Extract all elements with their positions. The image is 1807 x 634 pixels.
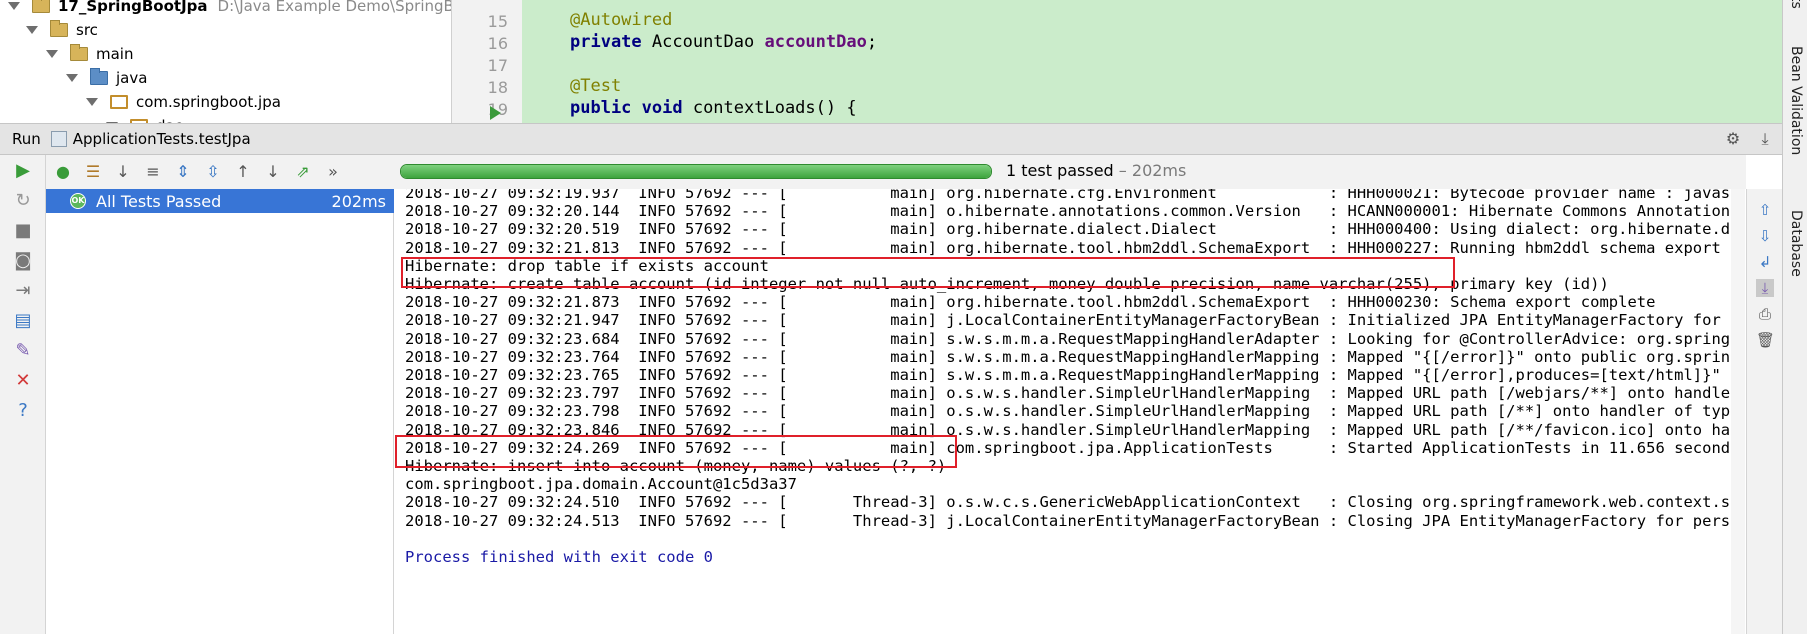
test-status: 1 test passed – 202ms: [1006, 161, 1186, 180]
code-line: @Test: [570, 76, 622, 96]
console-scrollbar[interactable]: [1731, 189, 1745, 634]
test-tree-time: 202ms: [331, 191, 386, 211]
down-arrow-icon[interactable]: ⇩: [1756, 227, 1774, 245]
tree-item-root[interactable]: 17_SpringBootJpa D:\Java Example Demo\Sp…: [8, 0, 452, 18]
sort-alphabetically-icon[interactable]: ↓: [110, 159, 136, 185]
test-toolbar: ● ☰ ↓ ≡ ⇕ ⇳ ↑ ↓ ⇗ » 1 test passed – 202m…: [46, 155, 1746, 189]
tree-item-java[interactable]: java: [66, 66, 147, 90]
run-test-gutter-icon[interactable]: [490, 106, 501, 120]
folder-icon: [50, 20, 68, 37]
tree-item-label: src: [76, 21, 98, 39]
rerun-icon[interactable]: ▶: [13, 161, 33, 181]
run-config-tab[interactable]: ApplicationTests.testJpa: [73, 130, 251, 148]
export-results-icon[interactable]: ⇗: [290, 159, 316, 185]
source-folder-icon: [90, 68, 108, 85]
expand-arrow-icon[interactable]: [46, 50, 58, 58]
show-ignored-icon[interactable]: ☰: [80, 159, 106, 185]
layout-icon[interactable]: ▤: [13, 311, 33, 331]
expand-all-icon[interactable]: ⇕: [170, 159, 196, 185]
hide-panel-icon[interactable]: ⤓: [1756, 130, 1774, 148]
tool-tab-database[interactable]: Database: [1788, 210, 1804, 277]
expand-arrow-icon[interactable]: [86, 98, 98, 106]
help-icon[interactable]: ?: [13, 401, 33, 421]
run-left-toolbar: ▶ ↻ ■ ◙ ⇥ ▤ ✎ ✕ ?: [0, 155, 46, 634]
tree-item-src[interactable]: src: [26, 18, 98, 42]
tree-item-dao[interactable]: dao: [106, 114, 184, 123]
rerun-failed-icon[interactable]: ↻: [13, 191, 33, 211]
tree-root-label: 17_SpringBootJpa: [58, 0, 208, 15]
package-icon: [110, 95, 128, 109]
trash-icon[interactable]: 🗑: [1756, 331, 1775, 349]
show-passed-icon[interactable]: ●: [50, 159, 76, 185]
close-icon[interactable]: ✕: [13, 371, 33, 391]
tree-item-package[interactable]: com.springboot.jpa: [86, 90, 281, 114]
code-editor[interactable]: @Autowired private AccountDao accountDao…: [522, 0, 1782, 123]
previous-test-icon[interactable]: ↑: [230, 159, 256, 185]
collapse-all-icon[interactable]: ⇳: [200, 159, 226, 185]
next-test-icon[interactable]: ↓: [260, 159, 286, 185]
code-line: public void contextLoads() {: [570, 98, 857, 118]
test-config-icon: [50, 131, 67, 147]
expand-arrow-icon[interactable]: [66, 74, 78, 82]
run-window-header: Run ApplicationTests.testJpa ⚙ ⤓: [0, 123, 1782, 155]
editor-gutter: 15 16 17 18 19: [452, 0, 522, 123]
expand-arrow-icon[interactable]: [8, 2, 20, 10]
more-actions-icon[interactable]: »: [320, 159, 346, 185]
line-number: 16: [487, 34, 508, 53]
folder-icon: [70, 44, 88, 61]
test-progress-bar: [400, 164, 992, 179]
module-folder-icon: [32, 0, 50, 13]
tree-item-main[interactable]: main: [46, 42, 133, 66]
camera-icon[interactable]: ◙: [13, 251, 33, 271]
print-icon[interactable]: ⎙: [1756, 305, 1774, 323]
right-tool-strip: ts Bean Validation Database: [1782, 0, 1807, 634]
top-area: 17_SpringBootJpa D:\Java Example Demo\Sp…: [0, 0, 1782, 123]
console-output[interactable]: 2018-10-27 09:32:19.937 INFO 57692 --- […: [395, 189, 1733, 634]
test-progress-fill: [401, 165, 991, 178]
ok-icon: OK: [70, 193, 86, 209]
line-number: 18: [487, 78, 508, 97]
tree-item-label: dao: [156, 114, 184, 123]
soft-wrap-icon[interactable]: ↲: [1756, 253, 1774, 271]
test-tree-label: All Tests Passed: [96, 191, 222, 211]
tree-item-label: main: [96, 45, 134, 63]
import-icon[interactable]: ⇥: [13, 281, 33, 301]
project-tree: 17_SpringBootJpa D:\Java Example Demo\Sp…: [0, 0, 452, 123]
line-number: 15: [487, 12, 508, 31]
highlight-insert: [395, 435, 957, 468]
test-results-tree: OK All Tests Passed 202ms: [46, 189, 394, 634]
tool-tab-fragment[interactable]: ts: [1788, 0, 1804, 9]
run-window-title: Run: [12, 130, 41, 148]
stop-icon[interactable]: ■: [13, 221, 33, 241]
code-line: @Autowired: [570, 10, 673, 30]
sort-by-duration-icon[interactable]: ≡: [140, 159, 166, 185]
tree-root-path: D:\Java Example Demo\SpringBoot: [217, 0, 452, 15]
pin-icon[interactable]: ✎: [13, 341, 33, 361]
tree-item-label: java: [116, 69, 148, 87]
highlight-create-table: [401, 257, 1455, 288]
test-status-time: – 202ms: [1113, 161, 1187, 180]
up-arrow-icon[interactable]: ⇧: [1756, 201, 1774, 219]
expand-arrow-icon[interactable]: [26, 26, 38, 34]
exit-code-line: Process finished with exit code 0: [405, 548, 713, 566]
scroll-to-end-icon[interactable]: ⤓: [1756, 279, 1774, 297]
console-toolbar: ⇧ ⇩ ↲ ⤓ ⎙ 🗑: [1746, 189, 1782, 634]
test-tree-root-row[interactable]: OK All Tests Passed 202ms: [46, 189, 394, 213]
tree-item-label: com.springboot.jpa: [136, 93, 281, 111]
gear-icon[interactable]: ⚙: [1724, 130, 1742, 148]
code-line: private AccountDao accountDao;: [570, 32, 878, 52]
run-header-actions: ⚙ ⤓: [1724, 130, 1774, 148]
tool-tab-bean-validation[interactable]: Bean Validation: [1788, 46, 1804, 155]
line-number: 17: [487, 56, 508, 75]
console-line: 2018-10-27 09:32:24.513 INFO 57692 --- […: [405, 511, 1733, 530]
test-status-label: 1 test passed: [1006, 161, 1114, 180]
